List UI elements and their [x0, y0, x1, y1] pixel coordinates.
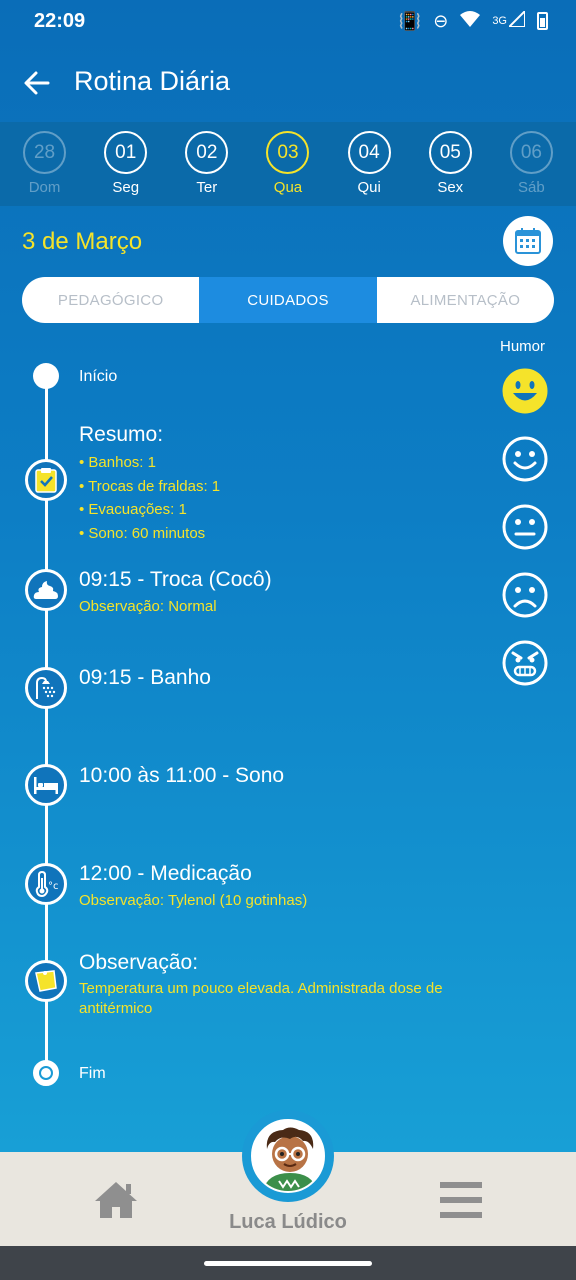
calendar-icon [515, 228, 541, 254]
shower-icon [36, 676, 56, 699]
category-tabs: PEDAGÓGICO CUIDADOS ALIMENTAÇÃO [22, 277, 554, 323]
battery-icon [537, 12, 548, 30]
signal-icon [506, 8, 526, 32]
day-name: Ter [196, 179, 218, 196]
selected-date: 3 de Março [22, 228, 143, 255]
timeline-node-summary [25, 459, 67, 501]
event-title-sleep: 10:00 às 11:00 - Sono [79, 764, 285, 787]
event-obs-diaper: Observação: Normal [79, 598, 217, 615]
summary-item: • Sono: 60 minutos [79, 524, 206, 542]
wifi-icon [460, 10, 481, 32]
child-name: Luca Lúdico [229, 1211, 347, 1233]
day-number: 01 [104, 131, 148, 174]
day-name: Qui [357, 179, 381, 196]
summary-list: • Banhos: 1 • Trocas de fraldas: 1 • Eva… [79, 451, 220, 545]
avatar [251, 1119, 325, 1193]
mood-happy-icon[interactable] [502, 436, 548, 482]
bed-icon [34, 777, 58, 794]
day-item[interactable]: 02 Ter [172, 122, 242, 206]
event-title-diaper: 09:15 - Troca (Cocô) [79, 568, 272, 591]
mood-sad-icon[interactable] [502, 572, 548, 618]
day-item[interactable]: 01 Seg [91, 122, 161, 206]
summary-title: Resumo: [79, 423, 164, 446]
child-avatar-button[interactable] [242, 1110, 334, 1202]
tab-alimentacao[interactable]: ALIMENTAÇÃO [377, 277, 554, 323]
timeline-end-dot [33, 1060, 59, 1086]
timeline-node-medication: °c [25, 863, 67, 905]
timeline-start-dot [33, 363, 59, 389]
event-title-note: Observação: [79, 951, 199, 974]
clipboard-check-icon [35, 468, 57, 493]
event-title-medication: 12:00 - Medicação [79, 862, 252, 885]
status-time: 22:09 [34, 10, 86, 32]
timeline-node-diaper [25, 569, 67, 611]
day-item[interactable]: 04 Qui [334, 122, 404, 206]
day-number: 02 [185, 131, 229, 174]
event-obs-medication: Observação: Tylenol (10 gotinhas) [79, 892, 308, 909]
sticky-note-icon [35, 970, 57, 992]
day-name: Qua [273, 179, 303, 196]
day-name: Sex [437, 179, 464, 196]
day-number: 03 [266, 131, 310, 174]
day-item[interactable]: 06 Sáb [496, 122, 566, 206]
back-arrow-icon[interactable] [22, 68, 52, 98]
mood-very-happy-icon[interactable] [502, 368, 548, 414]
network-type: 3G [492, 15, 507, 27]
calendar-button[interactable] [503, 216, 553, 266]
status-bar: 22:09 📳 ⊖ 3G [0, 0, 576, 44]
poop-icon [33, 581, 58, 599]
do-not-disturb-icon: ⊖ [433, 11, 449, 31]
system-navigation-bar [0, 1246, 576, 1280]
mood-label: Humor [500, 338, 546, 355]
day-item[interactable]: 05 Sex [415, 122, 485, 206]
app-bar: Rotina Diária [0, 44, 576, 122]
day-name: Sáb [518, 179, 545, 196]
mood-neutral-icon[interactable] [502, 504, 548, 550]
day-selector: 28 Dom 01 Seg 02 Ter 03 Qua 04 Qui 05 Se… [0, 122, 576, 206]
summary-item: • Evacuações: 1 [79, 501, 187, 518]
timeline-node-note [25, 960, 67, 1002]
event-title-bath: 09:15 - Banho [79, 666, 211, 689]
day-item[interactable]: 28 Dom [10, 122, 80, 206]
day-number: 04 [347, 131, 391, 174]
day-number: 28 [23, 131, 67, 174]
mood-angry-icon[interactable] [502, 640, 548, 686]
timeline-end-label: Fim [79, 1065, 106, 1082]
page-title: Rotina Diária [74, 66, 231, 96]
day-number: 06 [509, 131, 553, 174]
tab-pedagogico[interactable]: PEDAGÓGICO [22, 277, 199, 323]
timeline-start-label: Início [79, 368, 118, 385]
day-item-selected[interactable]: 03 Qua [253, 122, 323, 206]
tab-cuidados[interactable]: CUIDADOS [199, 277, 377, 323]
timeline-node-sleep [25, 764, 67, 806]
status-icons: 📳 ⊖ 3G [398, 8, 548, 32]
home-gesture-handle[interactable] [204, 1261, 372, 1266]
event-obs-note: Temperatura um pouco elevada. Administra… [79, 980, 443, 1017]
svg-text:°c: °c [48, 881, 59, 892]
timeline-node-bath [25, 667, 67, 709]
day-number: 05 [428, 131, 472, 174]
thermometer-icon: °c [35, 871, 59, 897]
day-name: Dom [28, 179, 61, 196]
day-name: Seg [112, 179, 140, 196]
child-avatar-icon [253, 1121, 323, 1191]
vibrate-icon: 📳 [398, 11, 422, 31]
summary-item: • Trocas de fraldas: 1 [79, 477, 221, 495]
summary-item: • Banhos: 1 [79, 454, 156, 471]
